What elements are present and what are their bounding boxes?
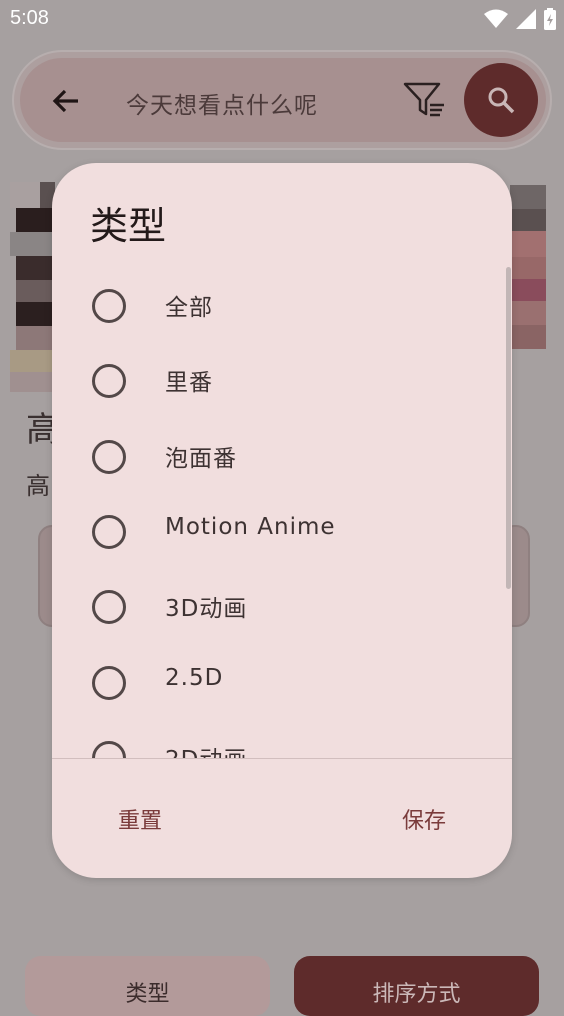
search-input[interactable]: 今天想看点什么呢	[126, 86, 318, 120]
option-label: 泡面番	[165, 446, 237, 472]
back-button[interactable]	[48, 83, 84, 119]
filter-icon	[403, 82, 444, 117]
option-label: 里番	[165, 370, 213, 396]
reset-button[interactable]: 重置	[118, 803, 162, 835]
cover-thumbnail-right[interactable]	[510, 185, 546, 365]
radio-button[interactable]	[92, 741, 126, 758]
status-time: 5:08	[10, 7, 49, 29]
search-icon	[488, 87, 515, 114]
filter-button[interactable]	[402, 78, 446, 122]
option-label: 全部	[165, 295, 213, 321]
dialog-title: 类型	[90, 204, 167, 248]
battery-icon	[544, 8, 556, 30]
option-item[interactable]: 2D动画	[52, 720, 512, 758]
wifi-icon	[484, 9, 508, 28]
arrow-left-icon	[52, 89, 78, 113]
option-label: 3D动画	[165, 596, 248, 622]
option-item[interactable]: 3D动画	[52, 569, 512, 644]
radio-button[interactable]	[92, 364, 126, 398]
save-button[interactable]: 保存	[402, 803, 446, 835]
radio-button[interactable]	[92, 440, 126, 474]
tab-type[interactable]: 类型	[25, 956, 270, 1016]
radio-button[interactable]	[92, 515, 126, 549]
status-bar: 5:08	[0, 0, 564, 38]
option-item[interactable]: 泡面番	[52, 419, 512, 494]
search-button[interactable]	[464, 63, 538, 137]
cover-thumbnail-left[interactable]	[10, 182, 55, 392]
option-label: 2.5D	[165, 665, 224, 691]
option-item[interactable]: Motion Anime	[52, 494, 512, 569]
tab-sort-label: 排序方式	[372, 982, 461, 1007]
divider	[52, 758, 512, 759]
status-icons	[484, 8, 556, 30]
option-label: Motion Anime	[165, 514, 336, 540]
option-item[interactable]: 里番	[52, 343, 512, 418]
option-label: 2D动画	[165, 740, 247, 758]
option-item[interactable]: 全部	[52, 268, 512, 343]
option-list[interactable]: 全部 里番 泡面番 Motion Anime 3D动画 2.5D 2D动画	[52, 268, 512, 758]
type-dialog: 类型 全部 里番 泡面番 Motion Anime 3D动画 2.5D 2D动画	[52, 163, 512, 878]
radio-button[interactable]	[92, 666, 126, 700]
radio-button[interactable]	[92, 289, 126, 323]
radio-button[interactable]	[92, 590, 126, 624]
option-item[interactable]: 2.5D	[52, 645, 512, 720]
scrollbar[interactable]	[506, 267, 511, 589]
tab-type-label: 类型	[125, 982, 170, 1007]
background-item-subtitle: 高	[26, 472, 50, 500]
tab-sort-order[interactable]: 排序方式	[294, 956, 539, 1016]
signal-icon	[516, 9, 536, 29]
